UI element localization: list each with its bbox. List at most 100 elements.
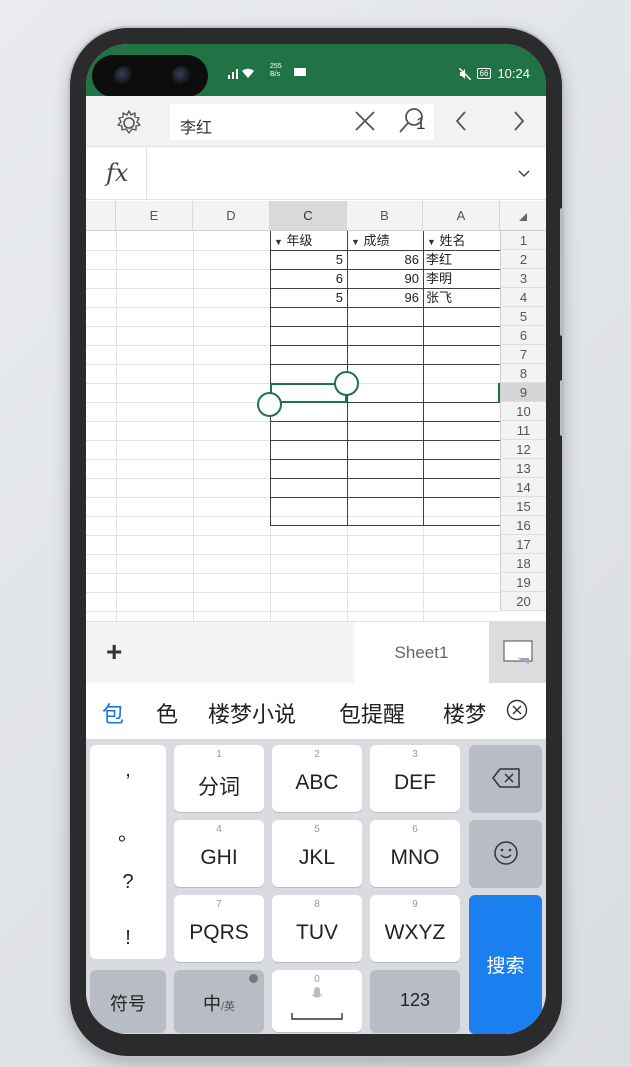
key-2[interactable]: 2 ABC bbox=[272, 745, 362, 812]
column-header-blank bbox=[86, 201, 116, 231]
filter-header-score[interactable]: ▼ 成绩 bbox=[351, 231, 421, 250]
candidate-item[interactable]: 包提醒 bbox=[339, 697, 405, 729]
search-input-value: 李红 bbox=[180, 120, 213, 137]
filter-header-grade[interactable]: ▼ 年级 bbox=[274, 231, 344, 250]
mute-icon bbox=[458, 67, 471, 80]
speed-value: 255 bbox=[270, 63, 282, 70]
row-header[interactable]: 17 bbox=[500, 535, 546, 554]
search-button-label: 搜索 bbox=[486, 956, 525, 977]
sheet-tab-sheet1[interactable]: Sheet1 bbox=[354, 622, 489, 684]
column-header-d[interactable]: D bbox=[193, 201, 270, 231]
candidate-item[interactable]: 楼梦小说 bbox=[208, 697, 296, 729]
row-header[interactable]: 2 bbox=[500, 250, 546, 269]
numbers-label: 123 bbox=[399, 990, 431, 1010]
row-header[interactable]: 10 bbox=[500, 402, 546, 421]
find-toolbar: 李红 1 bbox=[86, 96, 546, 146]
symbols-button[interactable]: 符号 bbox=[90, 970, 166, 1032]
key-7[interactable]: 7 PQRS bbox=[174, 895, 264, 962]
close-candidates-icon[interactable] bbox=[506, 699, 528, 721]
row-header[interactable]: 3 bbox=[500, 269, 546, 288]
row-header[interactable]: 18 bbox=[500, 554, 546, 573]
sheet-tab-bar: + Sheet1 bbox=[86, 621, 546, 684]
row-header[interactable]: 19 bbox=[500, 573, 546, 592]
candidate-item[interactable]: 包 bbox=[102, 697, 124, 729]
row-header[interactable]: 14 bbox=[500, 478, 546, 497]
screen-record-icon bbox=[294, 68, 306, 76]
row-header[interactable]: 1 bbox=[500, 231, 546, 250]
filter-dropdown-icon[interactable]: ▼ bbox=[351, 237, 360, 247]
row-header[interactable]: 12 bbox=[500, 440, 546, 459]
key-number: 8 bbox=[314, 899, 320, 910]
key-1[interactable]: 1 分词 bbox=[174, 745, 264, 812]
column-header-c[interactable]: C bbox=[270, 201, 347, 231]
previous-result-icon[interactable] bbox=[446, 106, 476, 136]
key-5[interactable]: 5 JKL bbox=[272, 820, 362, 887]
candidate-item[interactable]: 楼梦 bbox=[443, 697, 485, 729]
keyboard-toggle-button[interactable] bbox=[489, 622, 546, 684]
row-header[interactable]: 13 bbox=[500, 459, 546, 478]
row-header[interactable]: 8 bbox=[500, 364, 546, 383]
cell-name[interactable]: 李明 bbox=[426, 269, 496, 288]
emoji-button[interactable] bbox=[469, 820, 542, 887]
selection-handle-bottom-left[interactable] bbox=[257, 392, 282, 417]
row-header[interactable]: 4 bbox=[500, 288, 546, 307]
key-6[interactable]: 6 MNO bbox=[370, 820, 460, 887]
backspace-button[interactable] bbox=[469, 745, 542, 812]
punctuation-column[interactable]: , 。 ? ! bbox=[90, 745, 166, 959]
key-number: 5 bbox=[314, 824, 320, 835]
filter-dropdown-icon[interactable]: ▼ bbox=[427, 237, 436, 247]
punct-key[interactable]: ! bbox=[90, 927, 166, 950]
cell-score[interactable]: 96 bbox=[347, 288, 419, 307]
cell-grade[interactable]: 5 bbox=[270, 288, 343, 307]
gear-icon[interactable] bbox=[114, 108, 144, 138]
add-sheet-button[interactable]: + bbox=[106, 636, 122, 668]
row-header[interactable]: 15 bbox=[500, 497, 546, 516]
table-border bbox=[270, 307, 500, 308]
row-header[interactable]: 5 bbox=[500, 307, 546, 326]
key-3[interactable]: 3 DEF bbox=[370, 745, 460, 812]
cell-name[interactable]: 张飞 bbox=[426, 288, 496, 307]
key-4[interactable]: 4 GHI bbox=[174, 820, 264, 887]
language-toggle-button[interactable]: 中/英 bbox=[174, 970, 264, 1032]
row-header[interactable]: 6 bbox=[500, 326, 546, 345]
cell-grade[interactable]: 6 bbox=[270, 269, 343, 288]
row-header[interactable]: 7 bbox=[500, 345, 546, 364]
next-result-icon[interactable] bbox=[504, 106, 534, 136]
column-header-e[interactable]: E bbox=[116, 201, 193, 231]
filter-dropdown-icon[interactable]: ▼ bbox=[274, 237, 283, 247]
candidate-item[interactable]: 色 bbox=[156, 697, 178, 729]
search-button[interactable]: 搜索 bbox=[469, 895, 542, 1034]
formula-bar[interactable]: fx bbox=[86, 146, 546, 201]
row-header[interactable]: 11 bbox=[500, 421, 546, 440]
punct-key[interactable]: ? bbox=[90, 871, 166, 894]
row-header-selected[interactable]: 9 bbox=[500, 383, 546, 402]
punct-key[interactable]: 。 bbox=[90, 817, 166, 846]
search-input[interactable]: 李红 1 bbox=[170, 104, 434, 140]
key-9[interactable]: 9 WXYZ bbox=[370, 895, 460, 962]
selection-border bbox=[498, 383, 500, 403]
selection-handle-top-right[interactable] bbox=[334, 371, 359, 396]
punct-key[interactable]: , bbox=[90, 759, 166, 782]
row-header[interactable]: 16 bbox=[500, 516, 546, 535]
chevron-down-icon[interactable] bbox=[516, 165, 532, 181]
filter-header-name[interactable]: ▼ 姓名 bbox=[427, 231, 497, 250]
cell-name[interactable]: 李红 bbox=[426, 250, 496, 269]
table-border bbox=[270, 364, 500, 365]
cell-grade[interactable]: 5 bbox=[270, 250, 343, 269]
emoji-icon bbox=[493, 841, 518, 865]
spreadsheet-grid[interactable]: E D C B A 1 2 3 4 5 6 7 8 9 10 11 12 13 … bbox=[86, 201, 546, 621]
key-number: 4 bbox=[216, 824, 222, 835]
cell-score[interactable]: 90 bbox=[347, 269, 419, 288]
key-8[interactable]: 8 TUV bbox=[272, 895, 362, 962]
numbers-button[interactable]: 123 bbox=[370, 970, 460, 1032]
select-all-corner[interactable] bbox=[500, 201, 546, 231]
key-number: 9 bbox=[412, 899, 418, 910]
row-header[interactable]: 20 bbox=[500, 592, 546, 611]
camera-cutout bbox=[92, 55, 208, 97]
clear-icon[interactable] bbox=[350, 106, 380, 136]
column-header-b[interactable]: B bbox=[347, 201, 423, 231]
column-header-a[interactable]: A bbox=[423, 201, 500, 231]
search-icon[interactable] bbox=[396, 106, 426, 136]
cell-score[interactable]: 86 bbox=[347, 250, 419, 269]
space-key[interactable]: 0 bbox=[272, 970, 362, 1032]
